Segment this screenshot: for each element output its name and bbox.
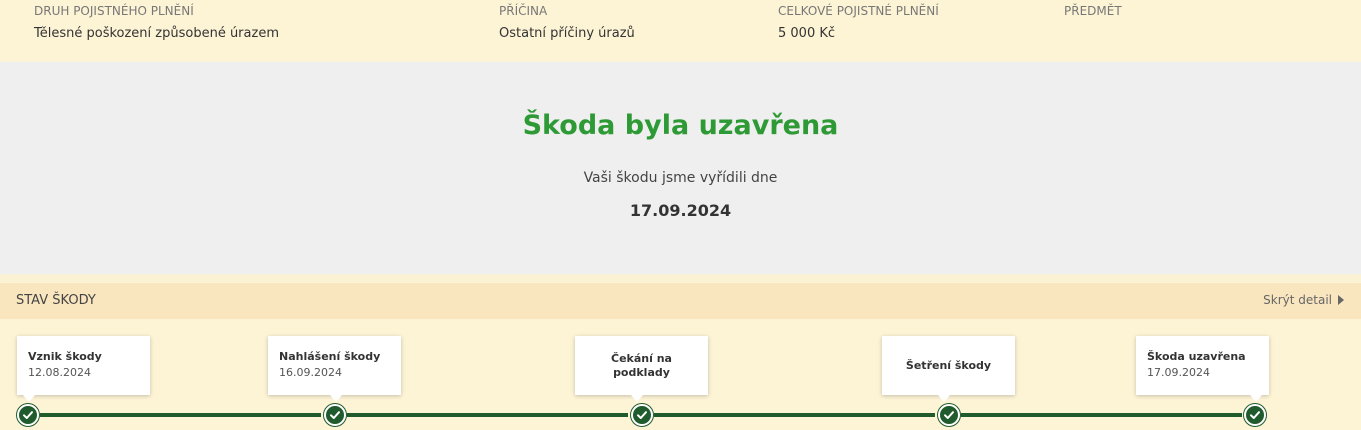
timeline-step-setreni: Šetření škody bbox=[882, 336, 1015, 402]
timeline-segment bbox=[961, 413, 1242, 417]
info-pricina: PŘÍČINA Ostatní příčiny úrazů bbox=[499, 4, 635, 42]
check-icon bbox=[17, 404, 39, 426]
step-name: Škoda uzavřena bbox=[1147, 350, 1246, 363]
section-divider bbox=[0, 274, 1361, 282]
check-icon bbox=[1244, 404, 1266, 426]
step-name: Nahlášení škody bbox=[279, 350, 381, 363]
timeline-step-uzavrena: Škoda uzavřena 17.09.2024 bbox=[1136, 336, 1269, 402]
check-icon bbox=[324, 404, 346, 426]
step-pointer bbox=[330, 395, 342, 402]
step-pointer bbox=[938, 395, 950, 402]
hide-detail-toggle[interactable]: Skrýt detail bbox=[1263, 293, 1344, 307]
check-icon bbox=[938, 404, 960, 426]
info-druh-value: Tělesné poškození způsobené úrazem bbox=[34, 26, 279, 41]
claim-state-header: STAV ŠKODY Skrýt detail bbox=[0, 283, 1361, 319]
info-druh-label: DRUH POJISTNÉHO PLNĚNÍ bbox=[34, 4, 194, 18]
step-pointer bbox=[1250, 395, 1262, 402]
step-date: 17.09.2024 bbox=[1147, 366, 1210, 379]
step-date: 12.08.2024 bbox=[28, 366, 91, 379]
status-date: 17.09.2024 bbox=[629, 201, 732, 220]
info-predmet: PŘEDMĚT bbox=[1064, 4, 1122, 26]
timeline-step-cekani: Čekání na podklady bbox=[575, 336, 708, 402]
step-name: Vznik škody bbox=[28, 350, 102, 363]
timeline-step-nahlaseni: Nahlášení škody 16.09.2024 bbox=[268, 336, 401, 402]
timeline-segment bbox=[40, 413, 321, 417]
info-celkove: CELKOVÉ POJISTNÉ PLNĚNÍ 5 000 Kč bbox=[778, 4, 939, 42]
info-predmet-label: PŘEDMĚT bbox=[1064, 4, 1122, 18]
claim-status-panel: Škoda byla uzavřena Vaši škodu jsme vyří… bbox=[0, 62, 1361, 274]
caret-right-icon bbox=[1338, 295, 1344, 305]
info-pricina-label: PŘÍČINA bbox=[499, 4, 548, 18]
claim-timeline: Vznik škody 12.08.2024 Nahlášení škody 1… bbox=[0, 319, 1361, 430]
claim-info-bar: DRUH POJISTNÉHO PLNĚNÍ Tělesné poškození… bbox=[0, 0, 1361, 58]
timeline-segment bbox=[654, 413, 935, 417]
timeline-segment bbox=[347, 413, 628, 417]
status-title: Škoda byla uzavřena bbox=[522, 110, 839, 141]
step-date: 16.09.2024 bbox=[279, 366, 342, 379]
step-pointer bbox=[631, 395, 643, 402]
info-celkove-value: 5 000 Kč bbox=[778, 26, 836, 41]
claim-state-title: STAV ŠKODY bbox=[16, 293, 96, 308]
timeline-step-vznik: Vznik škody 12.08.2024 bbox=[17, 336, 150, 402]
check-icon bbox=[631, 404, 653, 426]
info-druh: DRUH POJISTNÉHO PLNĚNÍ Tělesné poškození… bbox=[34, 4, 279, 42]
step-name: Šetření škody bbox=[905, 358, 992, 372]
info-celkove-label: CELKOVÉ POJISTNÉ PLNĚNÍ bbox=[778, 4, 939, 18]
status-subtitle: Vaši škodu jsme vyřídili dne bbox=[583, 170, 778, 186]
hide-detail-label: Skrýt detail bbox=[1263, 293, 1332, 307]
step-name: Čekání na podklady bbox=[611, 351, 672, 379]
step-pointer bbox=[23, 395, 35, 402]
info-pricina-value: Ostatní příčiny úrazů bbox=[499, 26, 635, 41]
